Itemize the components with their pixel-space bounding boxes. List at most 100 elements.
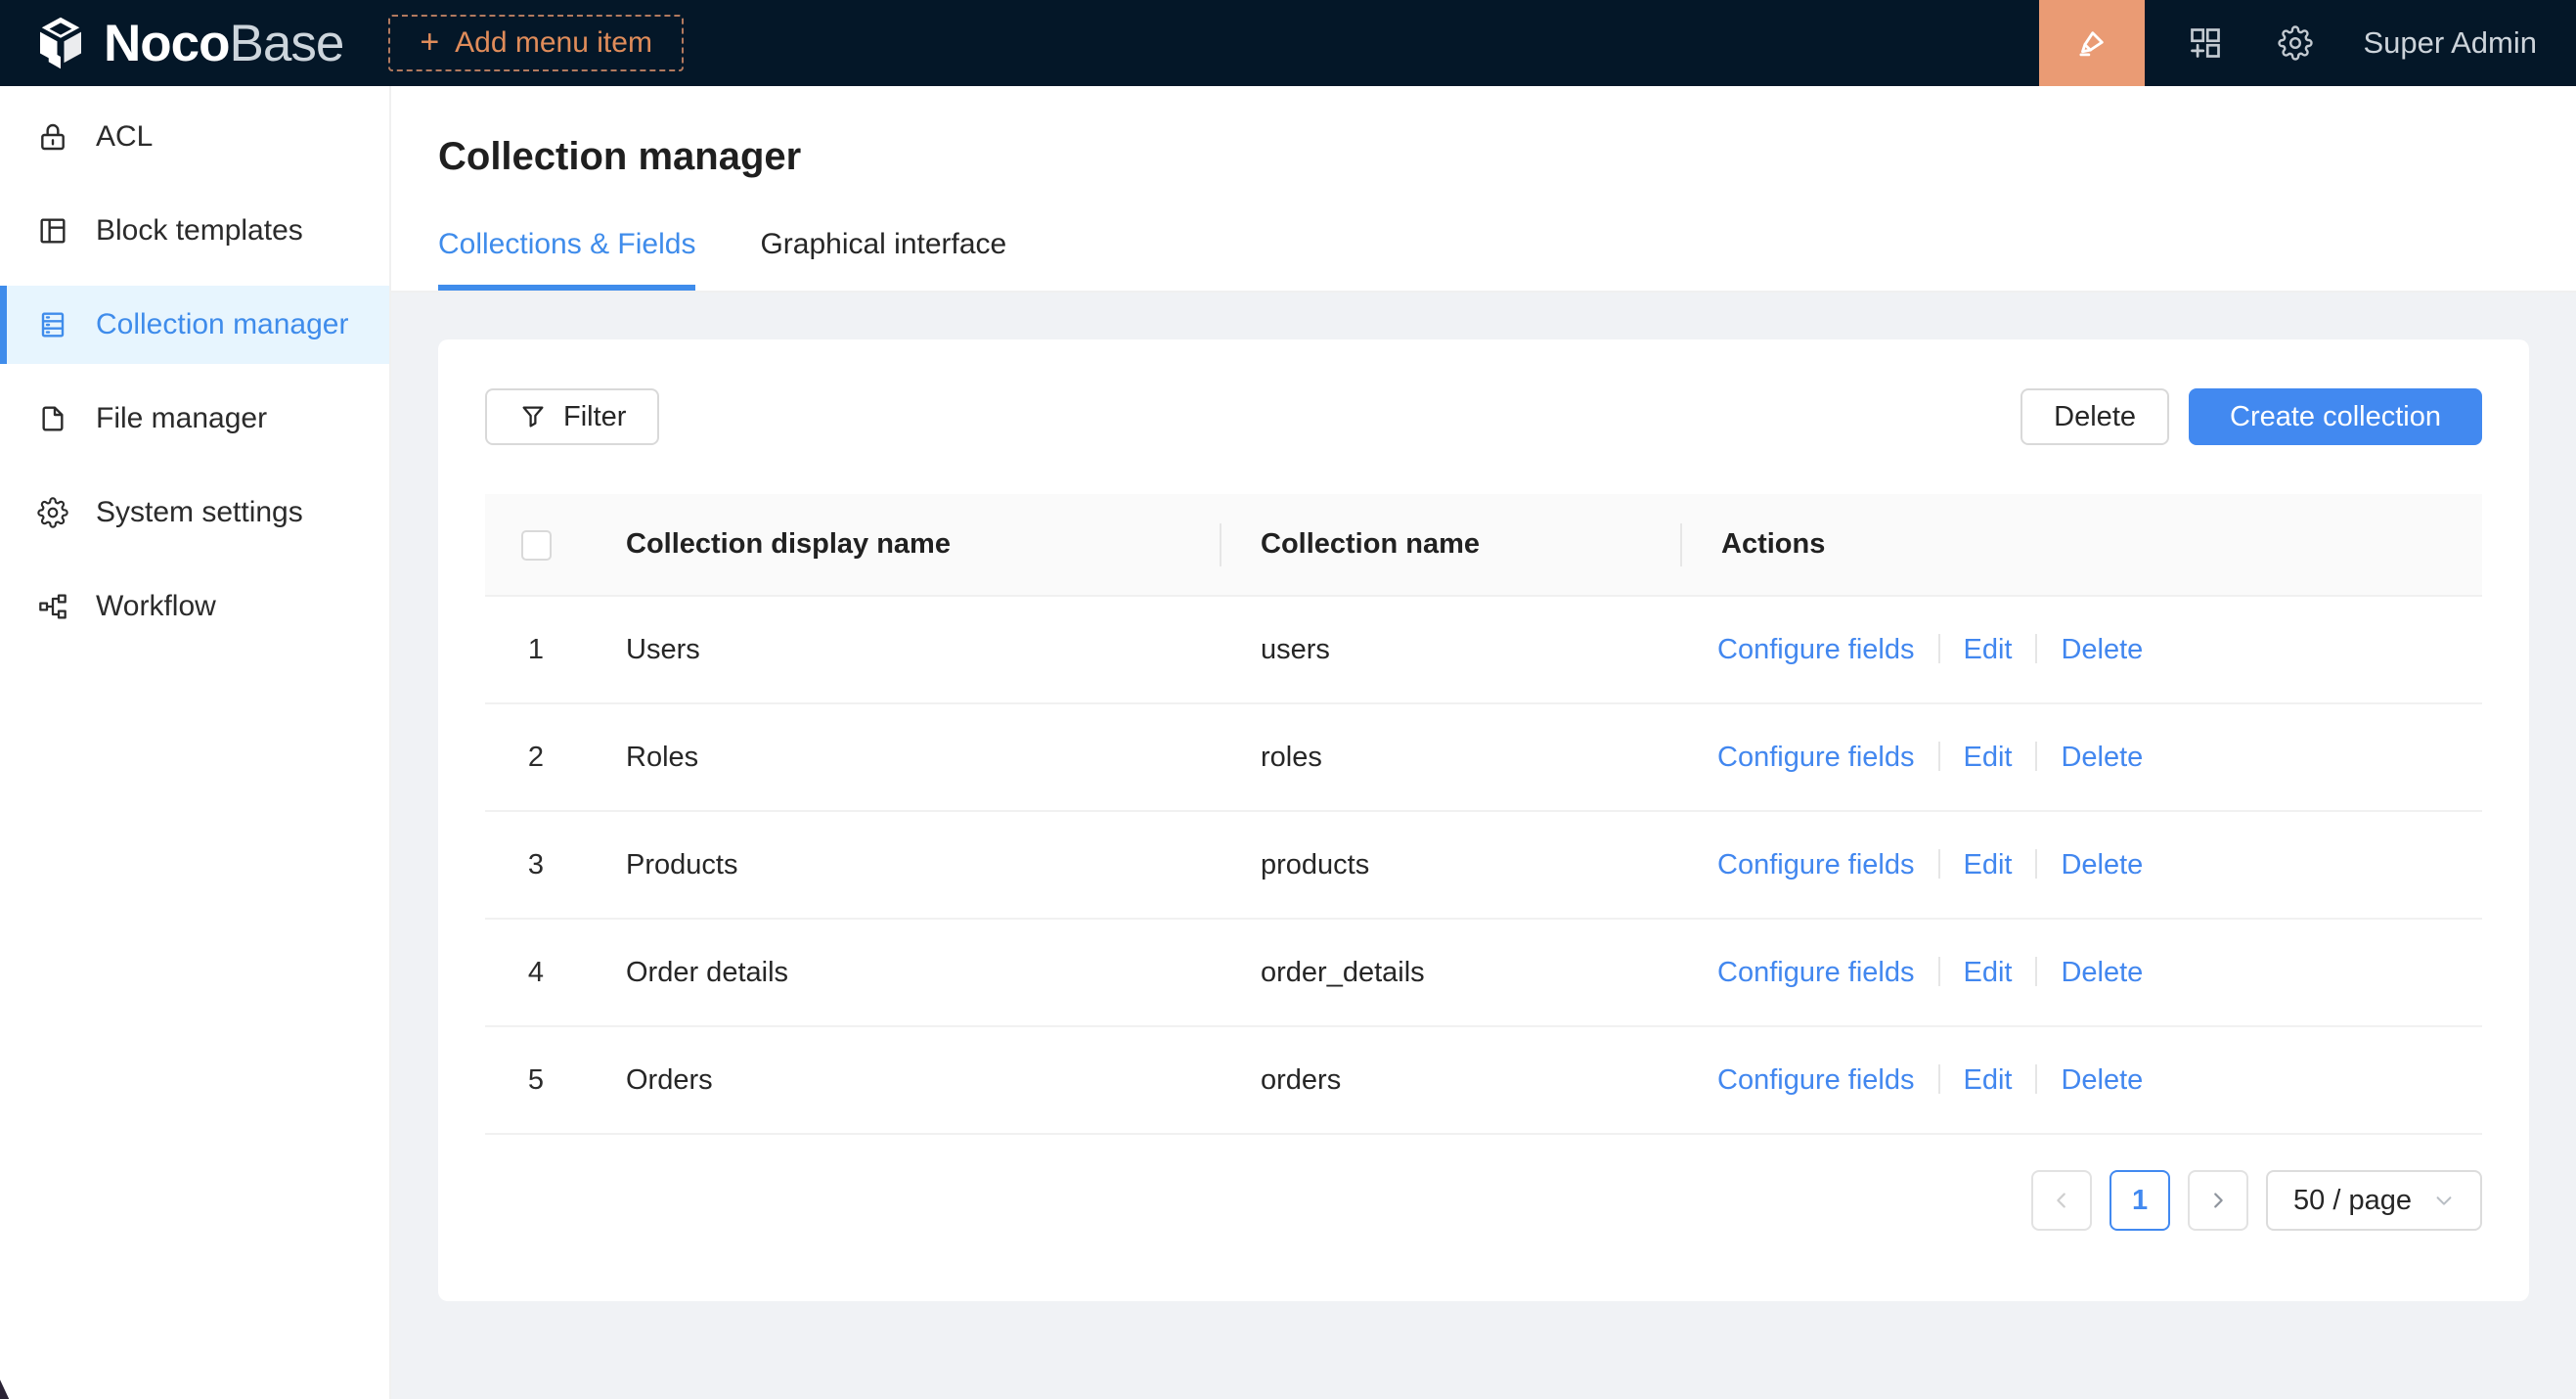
appstore-add-icon [2188, 25, 2223, 61]
cell-display-name: Roles [587, 703, 1221, 811]
delete-link[interactable]: Delete [2061, 742, 2143, 773]
plus-icon: + [420, 25, 439, 59]
cell-display-name: Order details [587, 919, 1221, 1026]
configure-fields-link[interactable]: Configure fields [1717, 1064, 1915, 1096]
chevron-down-icon [2433, 1190, 2455, 1211]
add-menu-item-label: Add menu item [455, 26, 652, 60]
cell-collection-name: products [1221, 811, 1682, 919]
add-menu-item-button[interactable]: + Add menu item [388, 15, 684, 71]
row-index: 2 [485, 703, 587, 811]
prev-page-button[interactable] [2031, 1170, 2092, 1231]
edit-link[interactable]: Edit [1964, 1064, 2013, 1096]
database-icon [37, 309, 68, 340]
sidebar-item-label: Collection manager [96, 308, 348, 341]
settings-button[interactable] [2278, 25, 2313, 61]
column-header-name: Collection name [1221, 494, 1682, 596]
configure-fields-link[interactable]: Configure fields [1717, 957, 1915, 988]
collections-table: Collection display name Collection name … [485, 494, 2482, 1135]
page-header: Collection manager Collections & Fields … [391, 86, 2576, 293]
page-size-value: 50 / page [2293, 1185, 2412, 1217]
configure-fields-link[interactable]: Configure fields [1717, 634, 1915, 665]
cell-collection-name: users [1221, 596, 1682, 703]
content-area: Filter Delete Create collection [391, 293, 2576, 1399]
filter-button[interactable]: Filter [485, 388, 659, 445]
app-header: NocoBase + Add menu item [0, 0, 2576, 86]
sidebar-item-label: ACL [96, 120, 153, 154]
sidebar-item-collection-manager[interactable]: Collection manager [0, 286, 389, 364]
gear-icon [37, 497, 68, 528]
nocobase-logo: NocoBase [33, 16, 343, 70]
logo-text-light: Base [230, 15, 344, 72]
action-divider [1938, 742, 1940, 771]
delete-link[interactable]: Delete [2061, 1064, 2143, 1096]
edit-link[interactable]: Edit [1964, 957, 2013, 988]
delete-link[interactable]: Delete [2061, 634, 2143, 665]
file-icon [37, 403, 68, 434]
user-menu[interactable]: Super Admin [2364, 25, 2538, 61]
logo-text: NocoBase [104, 18, 343, 69]
cell-collection-name: orders [1221, 1026, 1682, 1134]
action-divider [2035, 957, 2037, 986]
cell-display-name: Orders [587, 1026, 1221, 1134]
toolbar-right: Delete Create collection [2021, 388, 2482, 445]
tab-collections-and-fields[interactable]: Collections & Fields [438, 228, 695, 291]
tab-graphical-interface[interactable]: Graphical interface [760, 228, 1006, 291]
action-divider [2035, 634, 2037, 663]
cell-actions: Configure fields Edit Delete [1682, 919, 2482, 1026]
select-all-cell [485, 494, 587, 596]
select-all-checkbox[interactable] [521, 530, 552, 561]
sidebar-item-label: Block templates [96, 214, 303, 248]
table-header-row: Collection display name Collection name … [485, 494, 2482, 596]
gear-icon [2278, 25, 2313, 61]
filter-button-label: Filter [563, 401, 626, 433]
ui-editor-button[interactable] [2039, 0, 2145, 86]
edit-link[interactable]: Edit [1964, 742, 2013, 773]
row-index: 5 [485, 1026, 587, 1134]
main-area: Collection manager Collections & Fields … [391, 86, 2576, 1399]
edit-link[interactable]: Edit [1964, 849, 2013, 880]
row-index: 4 [485, 919, 587, 1026]
cell-collection-name: roles [1221, 703, 1682, 811]
page-size-select[interactable]: 50 / page [2266, 1170, 2482, 1231]
logo-text-bold: Noco [104, 15, 230, 72]
table-row: 5 Orders orders Configure fields Edit Dele… [485, 1026, 2482, 1134]
sidebar: ACL Block templates Collection manager [0, 86, 391, 1399]
delete-link[interactable]: Delete [2061, 849, 2143, 880]
next-page-button[interactable] [2188, 1170, 2248, 1231]
sidebar-item-workflow[interactable]: Workflow [0, 567, 389, 646]
cell-actions: Configure fields Edit Delete [1682, 703, 2482, 811]
page-1-button[interactable]: 1 [2110, 1170, 2170, 1231]
collections-card: Filter Delete Create collection [438, 339, 2529, 1301]
workflow-icon [37, 591, 68, 622]
action-divider [2035, 849, 2037, 879]
plugins-button[interactable] [2188, 25, 2223, 61]
sidebar-item-block-templates[interactable]: Block templates [0, 192, 389, 270]
delete-button[interactable]: Delete [2021, 388, 2169, 445]
cell-display-name: Products [587, 811, 1221, 919]
sidebar-item-label: System settings [96, 496, 303, 529]
configure-fields-link[interactable]: Configure fields [1717, 849, 1915, 880]
sidebar-item-system-settings[interactable]: System settings [0, 474, 389, 552]
configure-fields-link[interactable]: Configure fields [1717, 742, 1915, 773]
create-collection-button[interactable]: Create collection [2189, 388, 2482, 445]
pagination: 1 50 / page [485, 1170, 2482, 1231]
table-row: 1 Users users Configure fieldsEditDelete [485, 596, 2482, 703]
table-row: 3 Products products Configure fields Edit… [485, 811, 2482, 919]
sidebar-item-file-manager[interactable]: File manager [0, 380, 389, 458]
cell-actions: Configure fields Edit Delete [1682, 811, 2482, 919]
sidebar-item-acl[interactable]: ACL [0, 98, 389, 176]
table-toolbar: Filter Delete Create collection [485, 388, 2482, 445]
edit-link[interactable]: Edit [1964, 634, 2013, 665]
delete-link[interactable]: Delete [2061, 957, 2143, 988]
chevron-left-icon [2051, 1190, 2072, 1211]
sidebar-item-label: File manager [96, 402, 267, 435]
nocobase-cube-icon [33, 16, 88, 70]
row-index: 3 [485, 811, 587, 919]
tab-bar: Collections & Fields Graphical interface [438, 228, 2529, 291]
row-index: 1 [485, 596, 587, 703]
action-divider [1938, 849, 1940, 879]
page-title: Collection manager [438, 135, 2529, 179]
header-right-cluster: Super Admin [2039, 0, 2576, 86]
action-divider [2035, 1064, 2037, 1094]
layout-icon [37, 215, 68, 247]
